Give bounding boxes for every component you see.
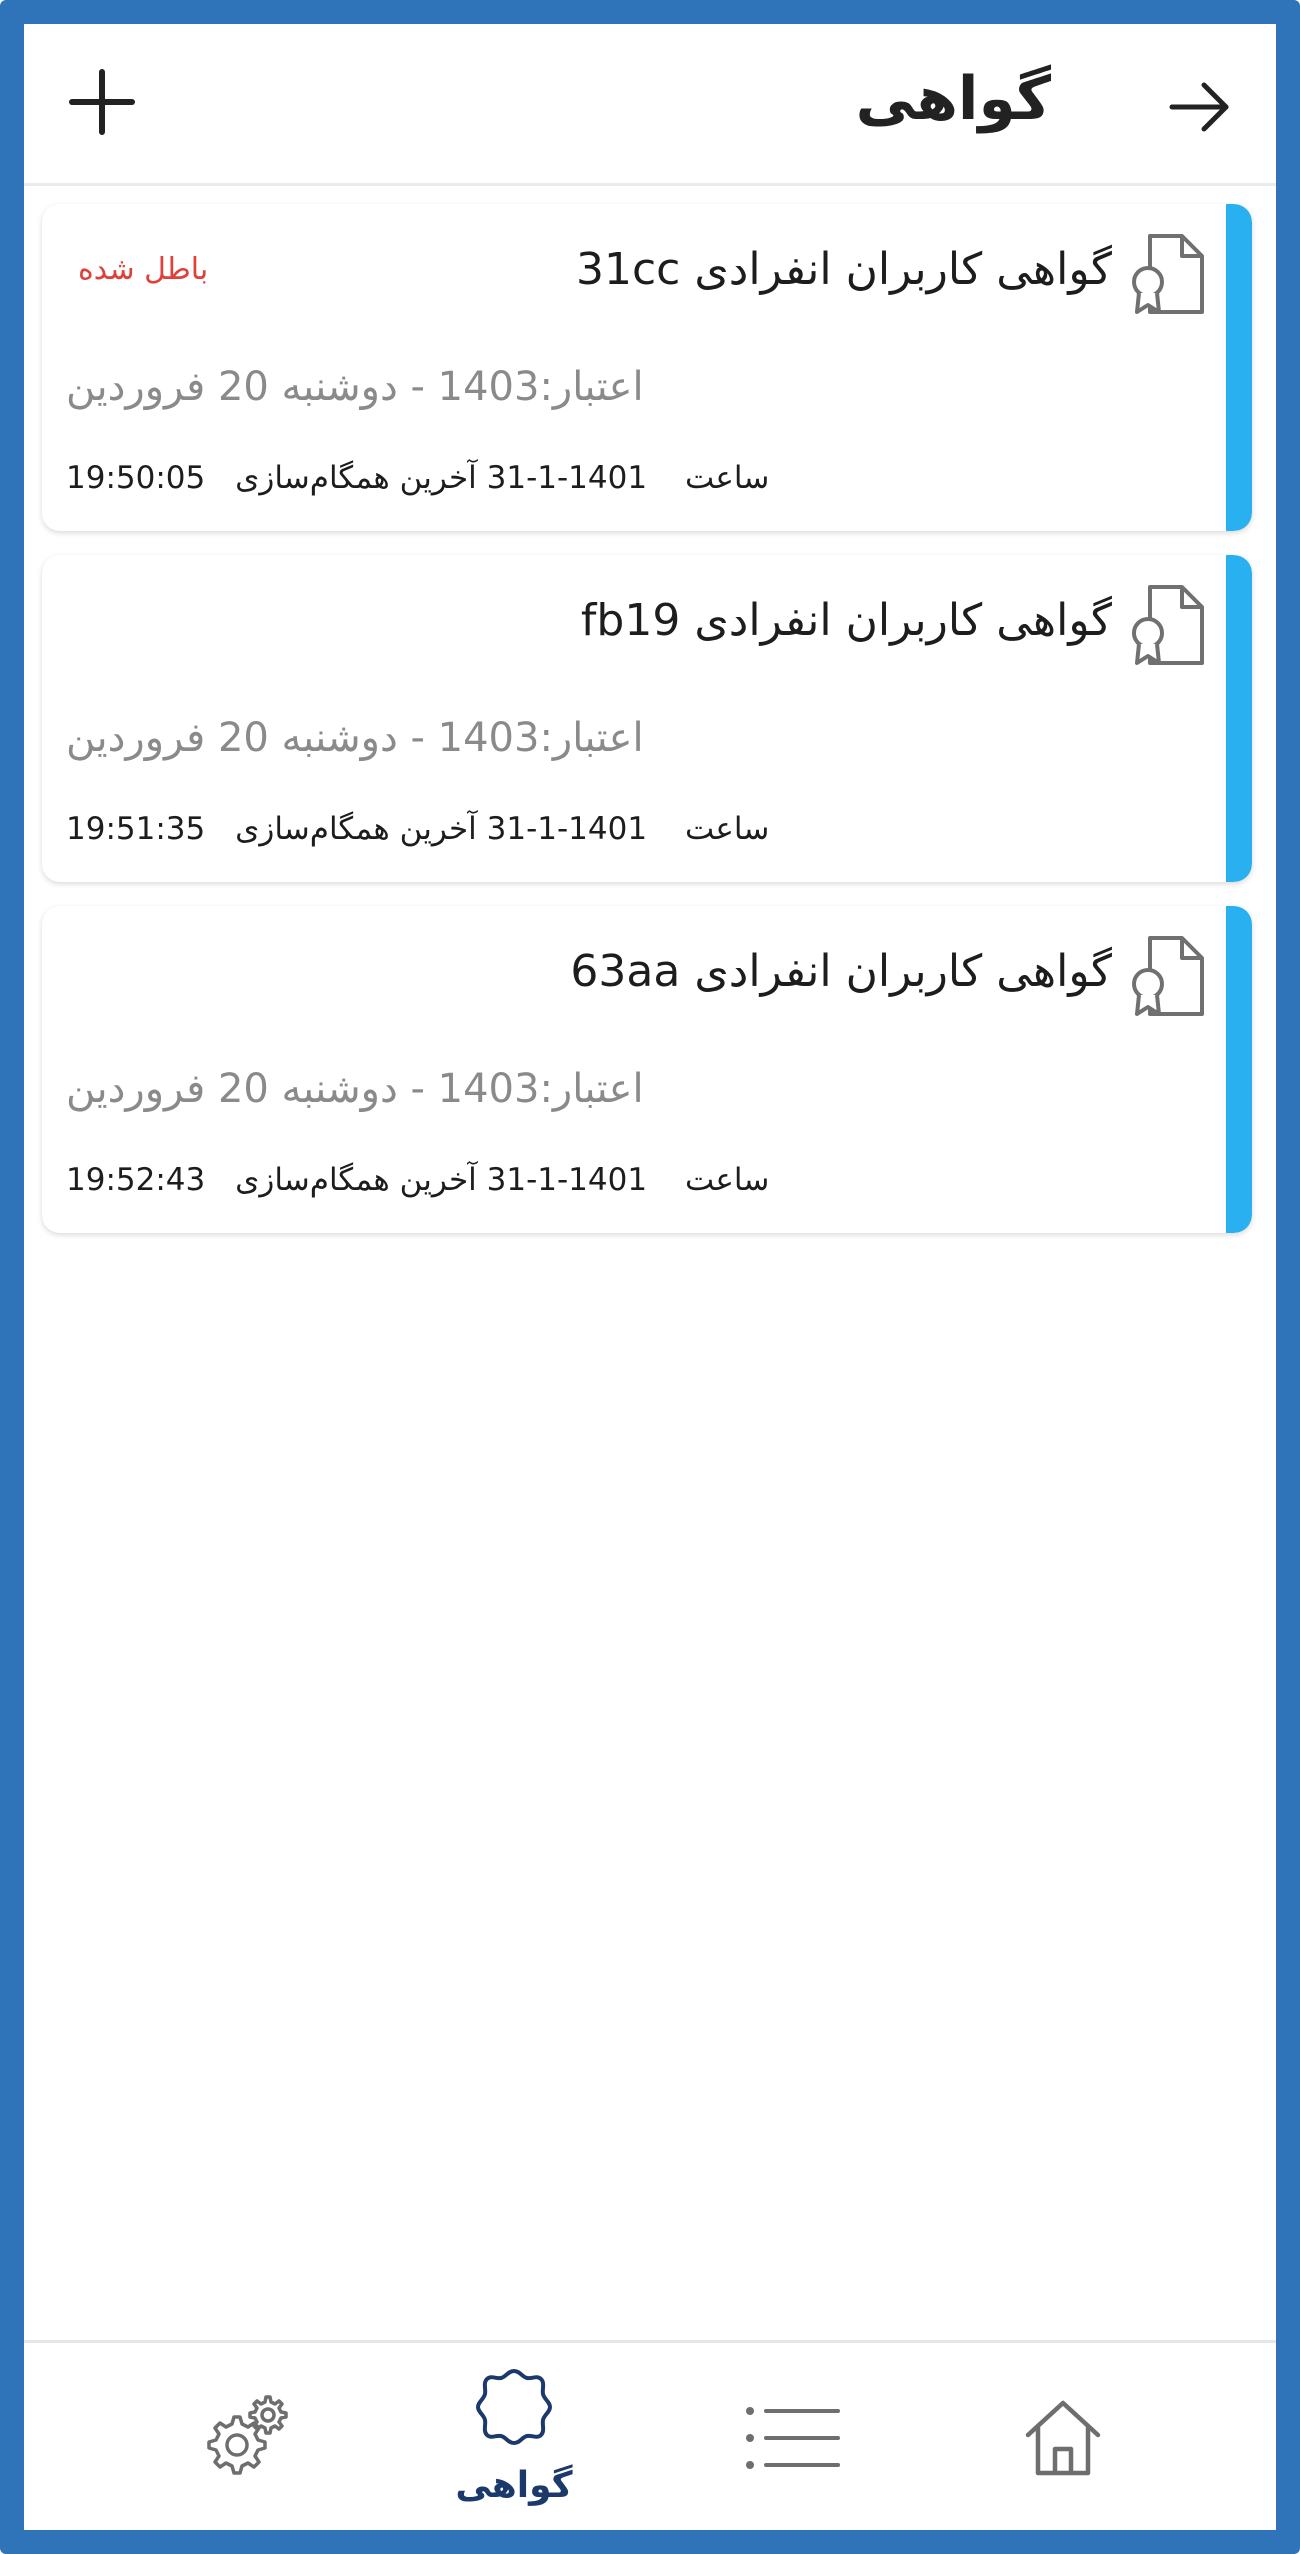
certificate-document-icon [1132,234,1204,314]
settings-gears-icon [207,2395,288,2475]
sync-date: 1401-1-31 [486,811,648,847]
app-header: گواهی [24,24,1276,186]
nav-certificate-label: گواهی [455,2465,573,2506]
sync-date: 1401-1-31 [486,460,648,496]
sync-date: 1401-1-31 [486,1162,648,1198]
nav-certificate[interactable]: گواهی [424,2343,604,2530]
sync-time-label: ساعت [684,460,770,496]
validity-text: اعتبار:1403 - دوشنبه 20 فروردین [66,1066,644,1112]
last-sync-row: 19:51:35 ساعت 1401-1-31 آخرین همگام‌سازی [66,811,797,847]
status-badge: باطل شده [78,252,209,287]
sync-label: آخرین همگام‌سازی [235,811,477,847]
certificate-card[interactable]: گواهی کاربران انفرادی 31cc باطل شده اعتب… [42,204,1252,531]
certificate-badge-icon [476,2369,552,2445]
nav-home[interactable] [994,2343,1134,2530]
sync-time-label: ساعت [684,811,770,847]
certificate-title: گواهی کاربران انفرادی 63aa [570,946,1112,997]
sync-time: 19:51:35 [66,811,206,847]
list-icon [746,2407,840,2469]
page-title: گواهی [855,64,1051,134]
card-accent-bar [1226,906,1252,1233]
card-accent-bar [1226,204,1252,531]
sync-time-label: ساعت [684,1162,770,1198]
last-sync-row: 19:52:43 ساعت 1401-1-31 آخرین همگام‌سازی [66,1162,797,1198]
bottom-navigation: گواهی [24,2340,1276,2530]
home-icon [1025,2400,1101,2476]
last-sync-row: 19:50:05 ساعت 1401-1-31 آخرین همگام‌سازی [66,460,797,496]
certificate-document-icon [1132,936,1204,1016]
certificate-title: گواهی کاربران انفرادی 31cc [575,244,1112,295]
nav-settings[interactable] [174,2343,314,2530]
arrow-right-icon[interactable] [1164,72,1234,142]
certificate-card[interactable]: گواهی کاربران انفرادی fb19 اعتبار:1403 -… [42,555,1252,882]
validity-text: اعتبار:1403 - دوشنبه 20 فروردین [66,715,644,761]
plus-icon[interactable] [66,66,138,138]
certificate-card[interactable]: گواهی کاربران انفرادی 63aa اعتبار:1403 -… [42,906,1252,1233]
sync-time: 19:52:43 [66,1162,206,1198]
sync-time: 19:50:05 [66,460,206,496]
card-accent-bar [1226,555,1252,882]
certificate-document-icon [1132,585,1204,665]
certificate-list: گواهی کاربران انفرادی 31cc باطل شده اعتب… [42,204,1260,1257]
sync-label: آخرین همگام‌سازی [235,460,477,496]
nav-list[interactable] [724,2343,864,2530]
validity-text: اعتبار:1403 - دوشنبه 20 فروردین [66,364,644,410]
sync-label: آخرین همگام‌سازی [235,1162,477,1198]
app-screen: گواهی گواهی کاربران انفرادی 31cc باطل شد… [24,24,1276,2530]
certificate-title: گواهی کاربران انفرادی fb19 [580,595,1112,646]
